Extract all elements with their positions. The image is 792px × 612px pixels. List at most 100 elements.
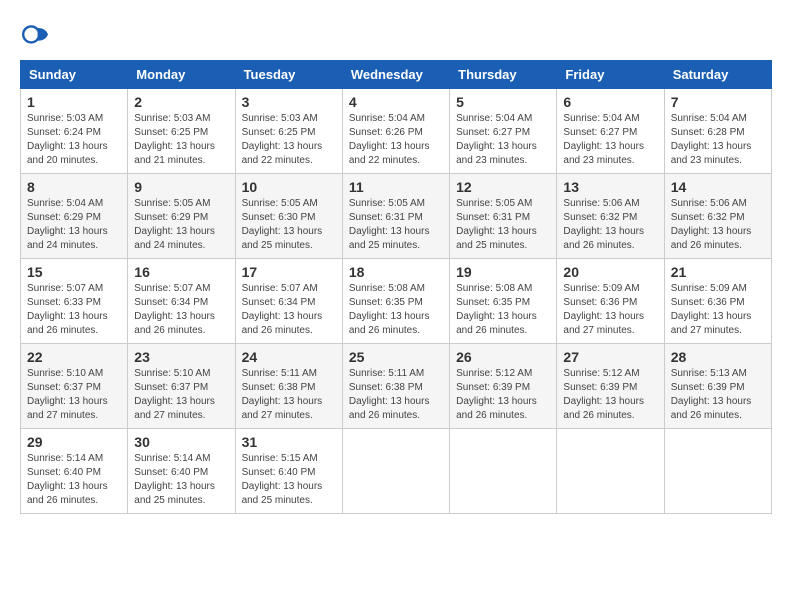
- calendar-header-row: SundayMondayTuesdayWednesdayThursdayFrid…: [21, 61, 772, 89]
- calendar-cell: 6 Sunrise: 5:04 AM Sunset: 6:27 PM Dayli…: [557, 89, 664, 174]
- header-tuesday: Tuesday: [235, 61, 342, 89]
- day-number: 30: [134, 434, 228, 450]
- day-info: Sunrise: 5:11 AM Sunset: 6:38 PM Dayligh…: [349, 367, 443, 423]
- calendar-cell: 14 Sunrise: 5:06 AM Sunset: 6:32 PM Dayl…: [664, 174, 771, 259]
- day-number: 9: [134, 179, 228, 195]
- logo: [20, 20, 56, 52]
- calendar-cell: 18 Sunrise: 5:08 AM Sunset: 6:35 PM Dayl…: [342, 259, 449, 344]
- calendar: SundayMondayTuesdayWednesdayThursdayFrid…: [20, 60, 772, 514]
- day-number: 2: [134, 94, 228, 110]
- calendar-week-4: 22 Sunrise: 5:10 AM Sunset: 6:37 PM Dayl…: [21, 344, 772, 429]
- calendar-cell: 31 Sunrise: 5:15 AM Sunset: 6:40 PM Dayl…: [235, 429, 342, 514]
- day-info: Sunrise: 5:15 AM Sunset: 6:40 PM Dayligh…: [242, 452, 336, 508]
- day-info: Sunrise: 5:03 AM Sunset: 6:25 PM Dayligh…: [134, 112, 228, 168]
- header-thursday: Thursday: [450, 61, 557, 89]
- day-number: 6: [563, 94, 657, 110]
- calendar-cell: 26 Sunrise: 5:12 AM Sunset: 6:39 PM Dayl…: [450, 344, 557, 429]
- day-number: 1: [27, 94, 121, 110]
- day-number: 8: [27, 179, 121, 195]
- day-number: 12: [456, 179, 550, 195]
- day-number: 16: [134, 264, 228, 280]
- day-info: Sunrise: 5:09 AM Sunset: 6:36 PM Dayligh…: [671, 282, 765, 338]
- day-number: 19: [456, 264, 550, 280]
- day-info: Sunrise: 5:04 AM Sunset: 6:27 PM Dayligh…: [456, 112, 550, 168]
- day-info: Sunrise: 5:05 AM Sunset: 6:29 PM Dayligh…: [134, 197, 228, 253]
- day-number: 11: [349, 179, 443, 195]
- day-number: 20: [563, 264, 657, 280]
- calendar-week-3: 15 Sunrise: 5:07 AM Sunset: 6:33 PM Dayl…: [21, 259, 772, 344]
- day-number: 5: [456, 94, 550, 110]
- calendar-cell: [557, 429, 664, 514]
- day-number: 13: [563, 179, 657, 195]
- calendar-cell: [450, 429, 557, 514]
- day-info: Sunrise: 5:06 AM Sunset: 6:32 PM Dayligh…: [563, 197, 657, 253]
- day-number: 24: [242, 349, 336, 365]
- calendar-cell: 30 Sunrise: 5:14 AM Sunset: 6:40 PM Dayl…: [128, 429, 235, 514]
- calendar-cell: 4 Sunrise: 5:04 AM Sunset: 6:26 PM Dayli…: [342, 89, 449, 174]
- day-info: Sunrise: 5:04 AM Sunset: 6:27 PM Dayligh…: [563, 112, 657, 168]
- day-number: 21: [671, 264, 765, 280]
- day-info: Sunrise: 5:14 AM Sunset: 6:40 PM Dayligh…: [134, 452, 228, 508]
- day-info: Sunrise: 5:04 AM Sunset: 6:29 PM Dayligh…: [27, 197, 121, 253]
- day-info: Sunrise: 5:12 AM Sunset: 6:39 PM Dayligh…: [563, 367, 657, 423]
- calendar-cell: 7 Sunrise: 5:04 AM Sunset: 6:28 PM Dayli…: [664, 89, 771, 174]
- day-number: 3: [242, 94, 336, 110]
- calendar-cell: 11 Sunrise: 5:05 AM Sunset: 6:31 PM Dayl…: [342, 174, 449, 259]
- header-saturday: Saturday: [664, 61, 771, 89]
- day-number: 27: [563, 349, 657, 365]
- calendar-cell: 15 Sunrise: 5:07 AM Sunset: 6:33 PM Dayl…: [21, 259, 128, 344]
- day-number: 31: [242, 434, 336, 450]
- header-wednesday: Wednesday: [342, 61, 449, 89]
- day-number: 23: [134, 349, 228, 365]
- calendar-cell: 9 Sunrise: 5:05 AM Sunset: 6:29 PM Dayli…: [128, 174, 235, 259]
- day-info: Sunrise: 5:05 AM Sunset: 6:30 PM Dayligh…: [242, 197, 336, 253]
- calendar-cell: 24 Sunrise: 5:11 AM Sunset: 6:38 PM Dayl…: [235, 344, 342, 429]
- day-number: 14: [671, 179, 765, 195]
- day-number: 18: [349, 264, 443, 280]
- header-monday: Monday: [128, 61, 235, 89]
- calendar-cell: 16 Sunrise: 5:07 AM Sunset: 6:34 PM Dayl…: [128, 259, 235, 344]
- day-info: Sunrise: 5:10 AM Sunset: 6:37 PM Dayligh…: [27, 367, 121, 423]
- calendar-week-2: 8 Sunrise: 5:04 AM Sunset: 6:29 PM Dayli…: [21, 174, 772, 259]
- calendar-cell: 20 Sunrise: 5:09 AM Sunset: 6:36 PM Dayl…: [557, 259, 664, 344]
- day-number: 15: [27, 264, 121, 280]
- day-info: Sunrise: 5:11 AM Sunset: 6:38 PM Dayligh…: [242, 367, 336, 423]
- day-info: Sunrise: 5:04 AM Sunset: 6:26 PM Dayligh…: [349, 112, 443, 168]
- header-friday: Friday: [557, 61, 664, 89]
- calendar-cell: 3 Sunrise: 5:03 AM Sunset: 6:25 PM Dayli…: [235, 89, 342, 174]
- day-number: 7: [671, 94, 765, 110]
- calendar-cell: 8 Sunrise: 5:04 AM Sunset: 6:29 PM Dayli…: [21, 174, 128, 259]
- calendar-cell: 22 Sunrise: 5:10 AM Sunset: 6:37 PM Dayl…: [21, 344, 128, 429]
- day-info: Sunrise: 5:12 AM Sunset: 6:39 PM Dayligh…: [456, 367, 550, 423]
- calendar-cell: [342, 429, 449, 514]
- calendar-cell: 29 Sunrise: 5:14 AM Sunset: 6:40 PM Dayl…: [21, 429, 128, 514]
- logo-icon: [20, 20, 52, 52]
- calendar-cell: 12 Sunrise: 5:05 AM Sunset: 6:31 PM Dayl…: [450, 174, 557, 259]
- day-info: Sunrise: 5:05 AM Sunset: 6:31 PM Dayligh…: [349, 197, 443, 253]
- day-info: Sunrise: 5:03 AM Sunset: 6:24 PM Dayligh…: [27, 112, 121, 168]
- calendar-cell: [664, 429, 771, 514]
- calendar-cell: 10 Sunrise: 5:05 AM Sunset: 6:30 PM Dayl…: [235, 174, 342, 259]
- day-info: Sunrise: 5:05 AM Sunset: 6:31 PM Dayligh…: [456, 197, 550, 253]
- day-number: 4: [349, 94, 443, 110]
- day-number: 10: [242, 179, 336, 195]
- calendar-cell: 28 Sunrise: 5:13 AM Sunset: 6:39 PM Dayl…: [664, 344, 771, 429]
- day-number: 26: [456, 349, 550, 365]
- calendar-week-5: 29 Sunrise: 5:14 AM Sunset: 6:40 PM Dayl…: [21, 429, 772, 514]
- day-number: 22: [27, 349, 121, 365]
- calendar-cell: 27 Sunrise: 5:12 AM Sunset: 6:39 PM Dayl…: [557, 344, 664, 429]
- calendar-cell: 23 Sunrise: 5:10 AM Sunset: 6:37 PM Dayl…: [128, 344, 235, 429]
- calendar-cell: 17 Sunrise: 5:07 AM Sunset: 6:34 PM Dayl…: [235, 259, 342, 344]
- day-info: Sunrise: 5:08 AM Sunset: 6:35 PM Dayligh…: [456, 282, 550, 338]
- calendar-cell: 5 Sunrise: 5:04 AM Sunset: 6:27 PM Dayli…: [450, 89, 557, 174]
- day-info: Sunrise: 5:04 AM Sunset: 6:28 PM Dayligh…: [671, 112, 765, 168]
- day-number: 28: [671, 349, 765, 365]
- header-sunday: Sunday: [21, 61, 128, 89]
- day-info: Sunrise: 5:10 AM Sunset: 6:37 PM Dayligh…: [134, 367, 228, 423]
- day-info: Sunrise: 5:09 AM Sunset: 6:36 PM Dayligh…: [563, 282, 657, 338]
- calendar-cell: 13 Sunrise: 5:06 AM Sunset: 6:32 PM Dayl…: [557, 174, 664, 259]
- day-number: 17: [242, 264, 336, 280]
- calendar-week-1: 1 Sunrise: 5:03 AM Sunset: 6:24 PM Dayli…: [21, 89, 772, 174]
- calendar-cell: 1 Sunrise: 5:03 AM Sunset: 6:24 PM Dayli…: [21, 89, 128, 174]
- calendar-cell: 25 Sunrise: 5:11 AM Sunset: 6:38 PM Dayl…: [342, 344, 449, 429]
